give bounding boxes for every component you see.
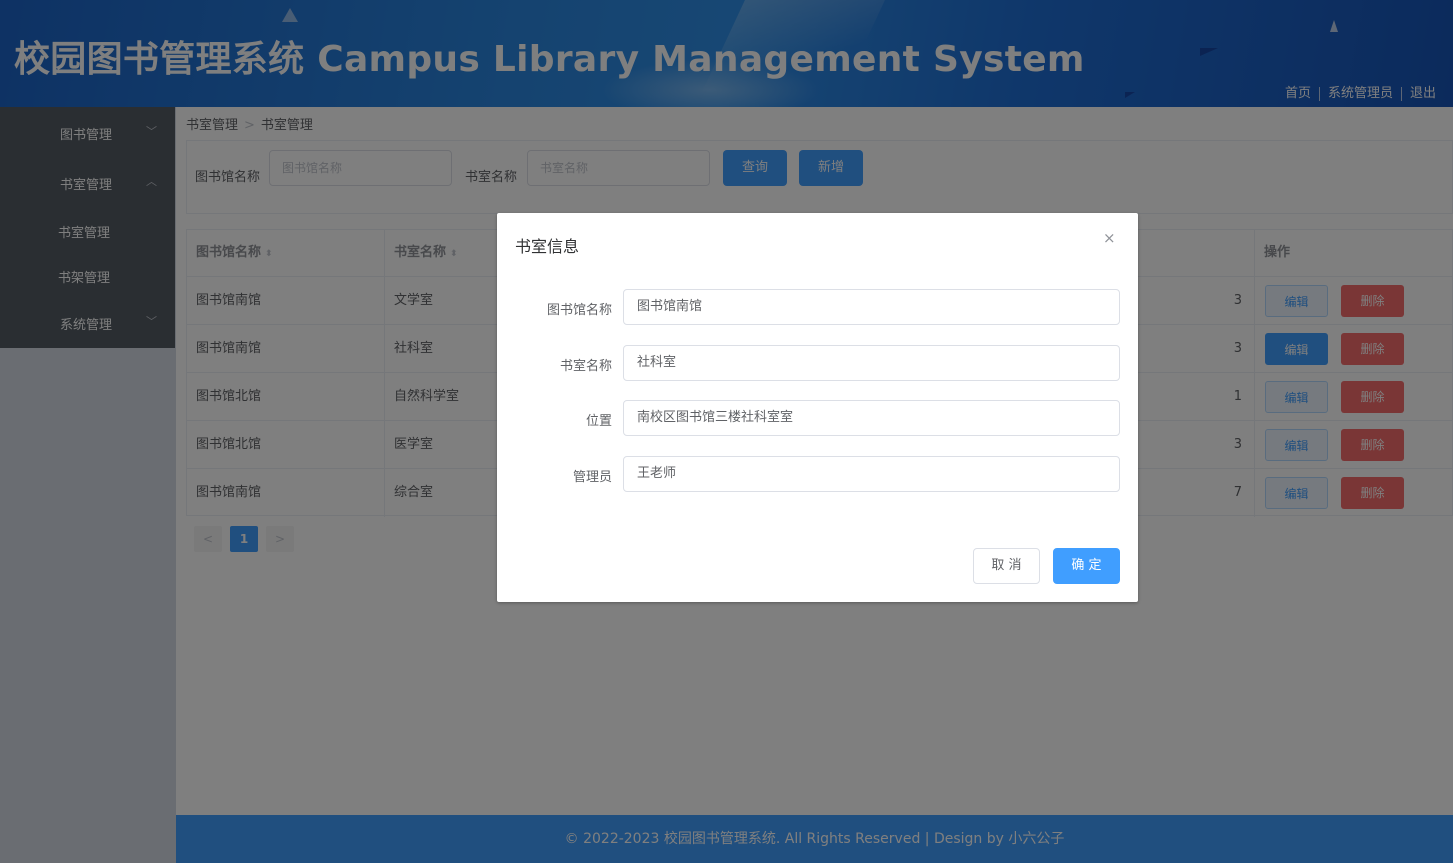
close-icon[interactable]: × [1103, 229, 1116, 247]
field-label-library: 图书馆名称 [546, 303, 612, 318]
location-field[interactable]: 南校区图书馆三楼社科室室 [623, 400, 1120, 436]
manager-field[interactable]: 王老师 [623, 456, 1120, 492]
field-label-manager: 管理员 [572, 470, 612, 485]
field-label-location: 位置 [585, 414, 612, 429]
cancel-button[interactable]: 取 消 [973, 548, 1040, 584]
room-info-dialog: 书室信息 × 图书馆名称 图书馆南馆 书室名称 社科室 位置 南校区图书馆三楼社… [497, 213, 1138, 602]
confirm-button[interactable]: 确 定 [1053, 548, 1120, 584]
field-label-room: 书室名称 [559, 359, 612, 374]
room-name-field[interactable]: 社科室 [623, 345, 1120, 381]
library-name-field[interactable]: 图书馆南馆 [623, 289, 1120, 325]
dialog-title: 书室信息 [515, 237, 580, 256]
